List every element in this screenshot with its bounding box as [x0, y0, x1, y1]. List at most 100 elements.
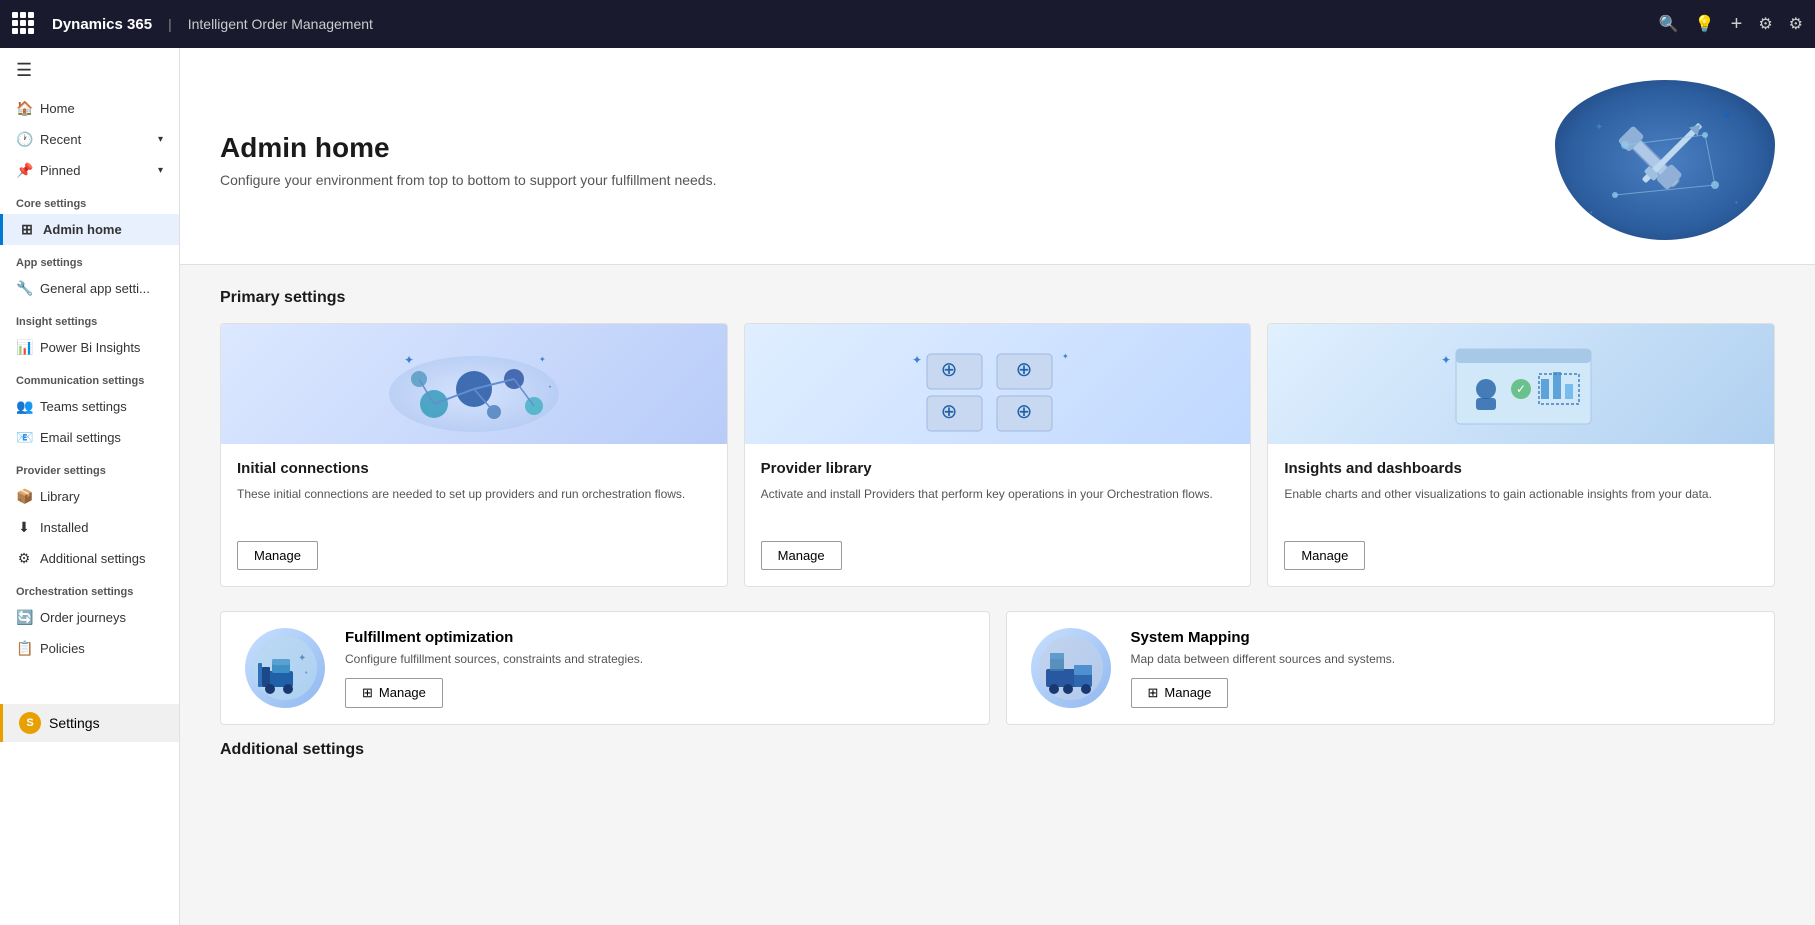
system-mapping-desc: Map data between different sources and s… [1131, 652, 1751, 666]
svg-text:✦: ✦ [539, 355, 546, 364]
sidebar-item-additional[interactable]: ⚙ Additional settings [0, 543, 179, 574]
sidebar-hamburger[interactable]: ☰ [0, 48, 179, 93]
sidebar-item-home[interactable]: 🏠 Home [0, 93, 179, 124]
initial-connections-card: ✦ ✦ • Initial connections These initial … [220, 323, 728, 587]
provider-illustration: ⊕ ⊕ ⊕ ⊕ ✦ ✦ [907, 334, 1087, 434]
initial-connections-desc: These initial connections are needed to … [237, 485, 711, 525]
svg-text:✦: ✦ [1720, 107, 1733, 124]
svg-text:✦: ✦ [404, 353, 414, 367]
app-title: Intelligent Order Management [188, 16, 373, 32]
svg-text:✦: ✦ [1595, 122, 1603, 133]
sidebar-item-recent[interactable]: 🕐 Recent ▾ [0, 124, 179, 155]
policies-icon: 📋 [16, 640, 32, 657]
insights-illustration: ✓ ✦ [1431, 334, 1611, 434]
chart-icon: 📊 [16, 339, 32, 356]
hero-section: Admin home Configure your environment fr… [180, 48, 1815, 265]
svg-text:⊕: ⊕ [1016, 401, 1033, 423]
provider-library-body: Provider library Activate and install Pr… [745, 444, 1251, 586]
core-settings-header: Core settings [0, 186, 179, 214]
system-mapping-content: System Mapping Map data between differen… [1131, 629, 1751, 708]
insights-dashboards-body: Insights and dashboards Enable charts an… [1268, 444, 1774, 586]
insights-dashboards-desc: Enable charts and other visualizations t… [1284, 485, 1758, 525]
sidebar-item-admin-home[interactable]: ⊞ Admin home [0, 214, 179, 245]
fulfillment-optimization-manage-button[interactable]: ⊞ Manage [345, 678, 443, 708]
topnav: Dynamics 365 | Intelligent Order Managem… [0, 0, 1815, 48]
svg-text:✦: ✦ [298, 653, 306, 664]
insight-settings-header: Insight settings [0, 304, 179, 332]
topnav-actions: 🔍 💡 + ⚙ ⚙ [1659, 13, 1803, 36]
manage-icon: ⊞ [1148, 685, 1159, 701]
initial-connections-image: ✦ ✦ • [221, 324, 727, 444]
fulfillment-optimization-card: ✦ • Fulfillment optimization Configure f… [220, 611, 990, 725]
system-mapping-illustration [1036, 633, 1106, 703]
sidebar-item-settings[interactable]: S Settings [0, 704, 179, 742]
orchestration-settings-header: Orchestration settings [0, 574, 179, 602]
wide-cards-grid: ✦ • Fulfillment optimization Configure f… [220, 611, 1775, 725]
system-mapping-title: System Mapping [1131, 629, 1751, 646]
sidebar: ☰ 🏠 Home 🕐 Recent ▾ 📌 Pinned ▾ Core sett… [0, 48, 180, 925]
settings-label: Settings [49, 715, 100, 731]
sidebar-item-pinned[interactable]: 📌 Pinned ▾ [0, 155, 179, 186]
insights-dashboards-title: Insights and dashboards [1284, 460, 1758, 477]
chevron-down-icon: ▾ [158, 134, 163, 145]
main-content: Admin home Configure your environment fr… [180, 48, 1815, 925]
sidebar-item-order-journeys[interactable]: 🔄 Order journeys [0, 602, 179, 633]
fulfillment-optimization-title: Fulfillment optimization [345, 629, 965, 646]
svg-text:⊕: ⊕ [941, 401, 958, 423]
library-icon: 📦 [16, 488, 32, 505]
system-mapping-icon [1031, 628, 1111, 708]
grid-icon: ⊞ [19, 221, 35, 238]
provider-library-card: ⊕ ⊕ ⊕ ⊕ ✦ ✦ Provider library Activate an… [744, 323, 1252, 587]
sidebar-item-teams[interactable]: 👥 Teams settings [0, 391, 179, 422]
fulfillment-optimization-content: Fulfillment optimization Configure fulfi… [345, 629, 965, 708]
provider-library-image: ⊕ ⊕ ⊕ ⊕ ✦ ✦ [745, 324, 1251, 444]
sidebar-item-email[interactable]: 📧 Email settings [0, 422, 179, 453]
content-area: Primary settings [180, 265, 1815, 799]
communication-settings-header: Communication settings [0, 363, 179, 391]
provider-settings-header: Provider settings [0, 453, 179, 481]
sidebar-item-installed[interactable]: ⬇ Installed [0, 512, 179, 543]
nav-separator: | [168, 16, 172, 32]
svg-text:⊕: ⊕ [1016, 359, 1033, 381]
initial-connections-body: Initial connections These initial connec… [221, 444, 727, 586]
sidebar-item-policies[interactable]: 📋 Policies [0, 633, 179, 664]
brand-name: Dynamics 365 [52, 16, 152, 33]
pin-icon: 📌 [16, 162, 32, 179]
svg-text:•: • [1590, 208, 1593, 217]
fulfillment-illustration: ✦ • [250, 633, 320, 703]
home-icon: 🏠 [16, 100, 32, 117]
hero-illustration: ✦ ✦ • • [1565, 85, 1765, 235]
svg-text:✦: ✦ [912, 353, 922, 367]
svg-text:✦: ✦ [1441, 353, 1451, 367]
sidebar-item-general-app[interactable]: 🔧 General app setti... [0, 273, 179, 304]
waffle-menu[interactable] [12, 12, 36, 36]
initial-connections-title: Initial connections [237, 460, 711, 477]
primary-settings-title: Primary settings [220, 289, 1775, 307]
gear-icon: 🔧 [16, 280, 32, 297]
filter-icon[interactable]: ⚙ [1758, 14, 1772, 34]
download-icon: ⬇ [16, 519, 32, 536]
initial-connections-manage-button[interactable]: Manage [237, 541, 318, 570]
network-illustration: ✦ ✦ • [384, 334, 564, 434]
insights-dashboards-manage-button[interactable]: Manage [1284, 541, 1365, 570]
avatar: S [19, 712, 41, 734]
sidebar-item-library[interactable]: 📦 Library [0, 481, 179, 512]
insights-dashboards-image: ✓ ✦ [1268, 324, 1774, 444]
svg-text:•: • [549, 385, 551, 391]
additional-icon: ⚙ [16, 550, 32, 567]
sidebar-item-power-bi[interactable]: 📊 Power Bi Insights [0, 332, 179, 363]
page-title: Admin home [220, 132, 716, 164]
fulfillment-optimization-desc: Configure fulfillment sources, constrain… [345, 652, 965, 666]
settings-icon[interactable]: ⚙ [1789, 14, 1803, 34]
journey-icon: 🔄 [16, 609, 32, 626]
system-mapping-card: System Mapping Map data between differen… [1006, 611, 1776, 725]
primary-cards-grid: ✦ ✦ • Initial connections These initial … [220, 323, 1775, 587]
system-mapping-manage-button[interactable]: ⊞ Manage [1131, 678, 1229, 708]
provider-library-manage-button[interactable]: Manage [761, 541, 842, 570]
plus-icon[interactable]: + [1731, 13, 1743, 36]
search-icon[interactable]: 🔍 [1659, 14, 1679, 34]
insights-dashboards-card: ✓ ✦ Insights and dashboards [1267, 323, 1775, 587]
hero-image: ✦ ✦ • • [1555, 80, 1775, 240]
lightbulb-icon[interactable]: 💡 [1695, 14, 1715, 34]
fulfillment-optimization-icon: ✦ • [245, 628, 325, 708]
